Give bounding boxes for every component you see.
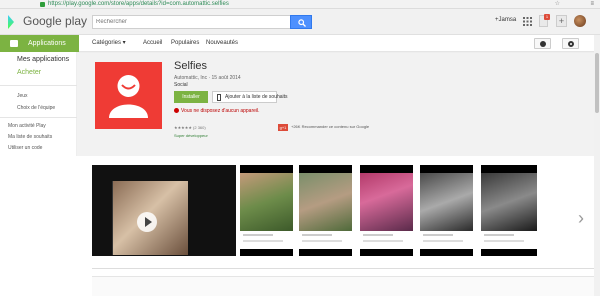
sidebar-item-play-activity[interactable]: Mon activité Play [8, 123, 46, 129]
plus-count-text: +26K Recommander ce contenu sur Google [291, 124, 370, 129]
top-header: Google play +Jamsa 1 + [0, 9, 600, 35]
screenshot-1[interactable] [240, 165, 293, 256]
nav-popular-link[interactable]: Populaires [171, 35, 199, 52]
screenshot-3[interactable] [360, 165, 413, 256]
app-category[interactable]: Social [174, 82, 188, 88]
app-developer[interactable]: Automattic, Inc · 15 août 2014 [174, 75, 241, 81]
categories-dropdown[interactable]: Catégories ▾ [92, 35, 126, 52]
wishlist-label: Ajouter à la liste de souhaits [225, 94, 288, 100]
sidebar-item-wishlist[interactable]: Ma liste de souhaits [8, 134, 52, 140]
lock-icon [40, 2, 45, 7]
user-link[interactable]: +Jamsa [495, 17, 516, 23]
search-box [92, 15, 312, 29]
top-developer-badge: Super développeur [174, 133, 208, 138]
warning-icon [174, 108, 179, 114]
screenshot-2[interactable] [299, 165, 352, 256]
play-logo-icon [8, 15, 14, 29]
sidebar-item-redeem[interactable]: Utiliser un code [8, 145, 42, 151]
help-button[interactable] [534, 38, 551, 49]
gear-icon [568, 41, 574, 47]
section-divider [92, 268, 600, 269]
google-plus-button[interactable]: g+1 [278, 124, 288, 131]
search-button[interactable] [290, 15, 312, 29]
bookmark-star-icon[interactable]: ☆ [555, 0, 560, 9]
tab-applications-label: Applications [28, 40, 66, 47]
avatar[interactable] [574, 15, 586, 27]
notification-badge: 1 [544, 14, 550, 20]
warning-text: Vous ne disposez d'aucun appareil. [181, 108, 260, 114]
settings-button[interactable] [562, 38, 579, 49]
screenshot-5[interactable] [481, 165, 537, 256]
screenshot-4[interactable] [420, 165, 473, 256]
sidebar-divider [0, 85, 77, 86]
sidebar-item-buy[interactable]: Acheter [17, 69, 41, 76]
share-plus-button[interactable]: + [556, 15, 567, 27]
sidebar-item-games[interactable]: Jeux [17, 93, 28, 99]
help-icon [540, 41, 546, 47]
sidebar-item-my-apps[interactable]: Mes applications [17, 56, 69, 63]
search-icon [298, 19, 306, 27]
nav-home-link[interactable]: Accueil [143, 35, 162, 52]
description-card [92, 276, 600, 296]
browser-url-bar[interactable]: https://play.google.com/store/apps/detai… [0, 0, 600, 9]
sidebar-item-editors-choice[interactable]: Choix de l'équipe [17, 105, 55, 111]
scrollbar-thumb[interactable] [595, 53, 599, 113]
page-scrollbar[interactable] [594, 35, 600, 296]
google-play-logo[interactable]: Google play [8, 14, 88, 30]
tab-applications[interactable]: Applications [0, 35, 79, 52]
browser-menu-icon[interactable]: ≡ [590, 0, 594, 9]
search-input[interactable] [96, 17, 286, 27]
left-sidebar: Mes applications Acheter Jeux Choix de l… [0, 52, 77, 156]
android-icon [10, 40, 18, 47]
logo-text: Google play [23, 14, 88, 28]
add-to-wishlist-button[interactable]: Ajouter à la liste de souhaits [212, 91, 288, 103]
url-text[interactable]: https://play.google.com/store/apps/detai… [48, 0, 229, 9]
app-icon [95, 62, 162, 129]
app-title: Selfies [174, 60, 208, 72]
video-thumbnail[interactable] [92, 165, 236, 256]
apps-grid-icon[interactable] [523, 17, 532, 26]
sidebar-divider [0, 117, 77, 118]
bookmark-icon [217, 94, 221, 101]
device-warning: Vous ne disposez d'aucun appareil. [174, 108, 260, 114]
notifications-button[interactable]: 1 [539, 14, 550, 27]
play-icon[interactable] [137, 212, 157, 232]
rating-summary: ★★★★★ (2 360) [174, 125, 206, 130]
install-button[interactable]: Installer [174, 91, 208, 103]
nav-new-link[interactable]: Nouveautés [206, 35, 238, 52]
category-nav: Applications Catégories ▾ Accueil Popula… [0, 35, 600, 52]
play-store-page: https://play.google.com/store/apps/detai… [0, 0, 600, 296]
chevron-right-icon[interactable]: › [578, 208, 584, 229]
person-icon [109, 75, 148, 118]
